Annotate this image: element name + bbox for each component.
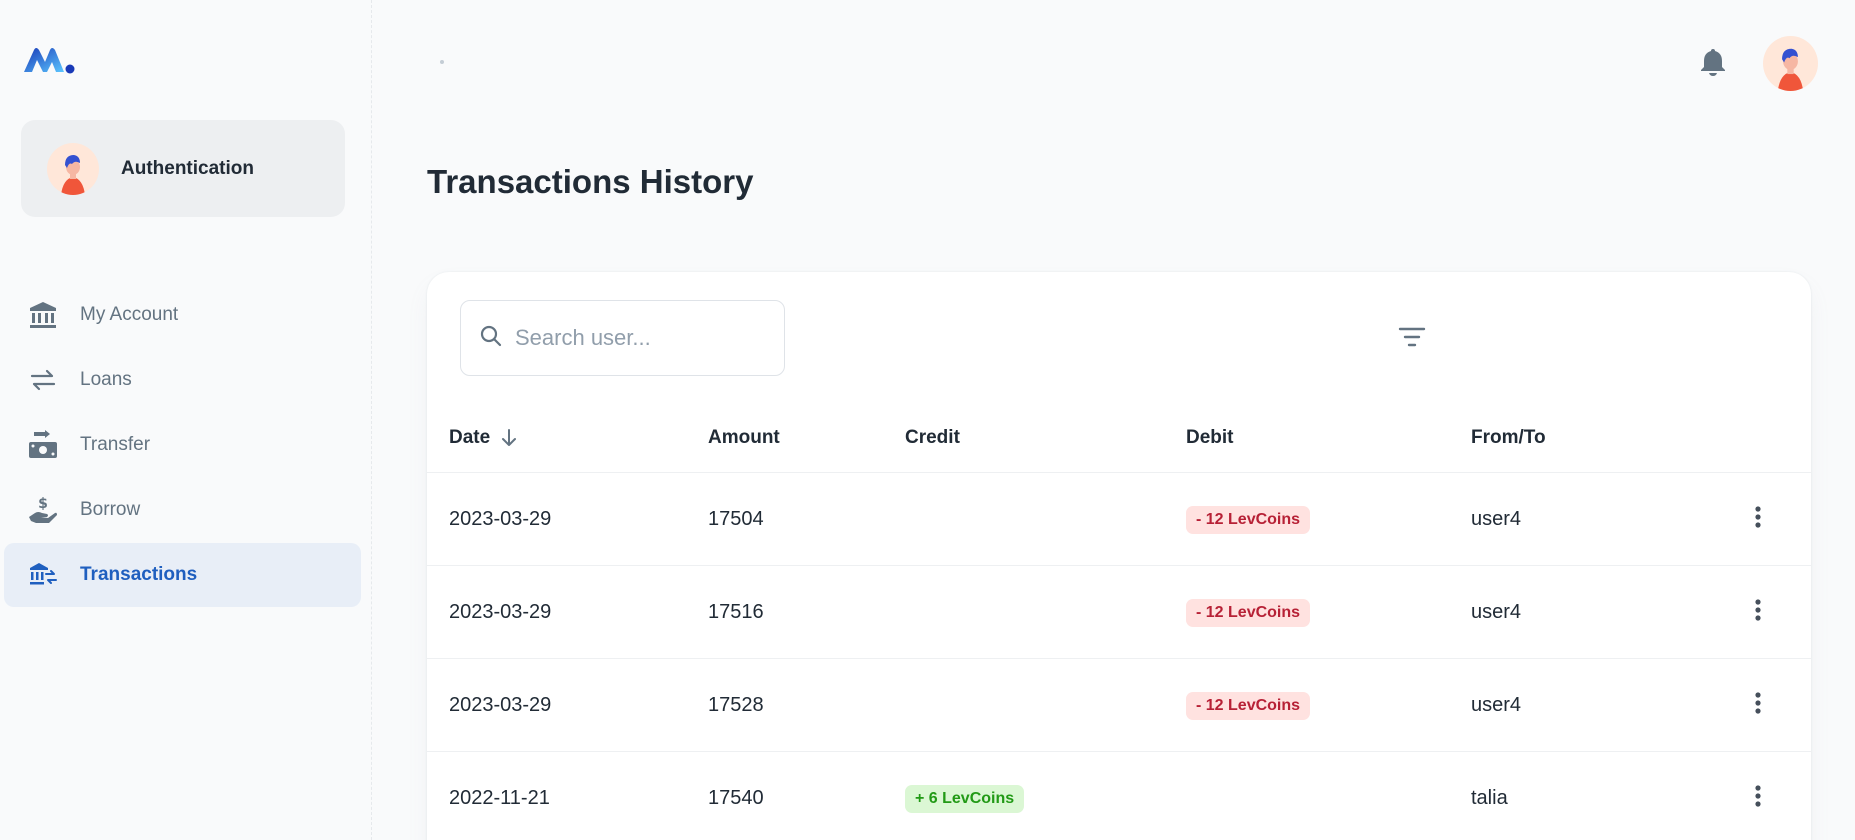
swap-arrows-icon [26, 363, 60, 397]
cell-amount: 17528 [708, 694, 764, 716]
cell-debit: - 12 LevCoins [1186, 473, 1311, 566]
credit-badge: + 6 LevCoins [905, 784, 1025, 813]
cell-date: 2023-03-29 [449, 601, 552, 623]
account-name: Authentication [121, 157, 254, 179]
search-field[interactable] [460, 300, 785, 376]
cell-debit: - 12 LevCoins [1186, 659, 1311, 752]
arrow-down-icon [500, 428, 518, 448]
column-header-date[interactable]: Date [449, 420, 518, 456]
cell-date: 2023-03-29 [449, 694, 552, 716]
cell-amount: 17540 [708, 787, 764, 809]
filter-button[interactable] [1395, 322, 1429, 356]
hand-dollar-icon: $ [26, 493, 60, 527]
search-icon [479, 324, 503, 353]
cell-debit: - 12 LevCoins [1186, 566, 1311, 659]
column-header-debit[interactable]: Debit [1186, 420, 1234, 456]
account-card[interactable]: Authentication [21, 120, 345, 217]
sidebar-item-borrow[interactable]: $ Borrow [4, 478, 361, 542]
sidebar-item-transactions[interactable]: Transactions [4, 543, 361, 607]
user-avatar[interactable] [1763, 36, 1818, 91]
sidebar-item-loans[interactable]: Loans [4, 348, 361, 412]
sidebar-item-label: Transfer [80, 434, 151, 455]
column-header-from-to[interactable]: From/To [1471, 420, 1546, 456]
sidebar-item-transfer[interactable]: Transfer [4, 413, 361, 477]
column-header-label: Date [449, 427, 491, 448]
cell-from-to: talia [1471, 787, 1508, 809]
app-logo[interactable] [22, 44, 76, 76]
sidebar: Authentication My Account Loans Transfer… [0, 0, 372, 840]
more-options-button[interactable] [1747, 752, 1769, 840]
table-row[interactable]: 2023-03-29 17528 - 12 LevCoins user4 [427, 659, 1811, 752]
cell-from-to: user4 [1471, 694, 1522, 716]
cell-amount: 17504 [708, 508, 764, 530]
sidebar-item-label: Transactions [80, 564, 198, 585]
bank-icon [26, 298, 60, 332]
page-title: Transactions History [427, 163, 754, 200]
svg-text:$: $ [38, 496, 48, 512]
sidebar-item-my-account[interactable]: My Account [4, 283, 361, 347]
more-vertical-icon [1755, 691, 1761, 720]
cell-date: 2022-11-21 [449, 787, 550, 809]
filter-list-icon [1398, 326, 1426, 353]
more-options-button[interactable] [1747, 659, 1769, 752]
more-vertical-icon [1755, 505, 1761, 534]
table-row[interactable]: 2022-11-21 17540 + 6 LevCoins talia [427, 752, 1811, 840]
debit-badge: - 12 LevCoins [1186, 598, 1311, 627]
more-vertical-icon [1755, 598, 1761, 627]
bank-transfer-icon [26, 558, 60, 592]
transactions-card: Date Amount Credit Debit From/To 2023-03… [427, 272, 1811, 840]
sidebar-item-label: Borrow [80, 499, 141, 520]
more-vertical-icon [1755, 784, 1761, 813]
money-transfer-icon [26, 428, 60, 462]
debit-badge: - 12 LevCoins [1186, 505, 1311, 534]
cell-amount: 17516 [708, 601, 764, 623]
cell-credit: + 6 LevCoins [905, 752, 1025, 840]
sidebar-item-label: Loans [80, 369, 132, 390]
sidebar-nav: My Account Loans Transfer $ Borrow Trans… [4, 283, 361, 608]
column-header-amount[interactable]: Amount [708, 420, 780, 456]
cell-date: 2023-03-29 [449, 508, 552, 530]
debit-badge: - 12 LevCoins [1186, 691, 1311, 720]
more-options-button[interactable] [1747, 473, 1769, 566]
notification-bell-icon[interactable] [1700, 47, 1726, 77]
cell-from-to: user4 [1471, 508, 1522, 530]
more-options-button[interactable] [1747, 566, 1769, 659]
sidebar-item-label: My Account [80, 304, 179, 325]
cell-from-to: user4 [1471, 601, 1522, 623]
table-row[interactable]: 2023-03-29 17516 - 12 LevCoins user4 [427, 566, 1811, 659]
header-placeholder-dot [440, 60, 444, 64]
column-header-credit[interactable]: Credit [905, 420, 960, 456]
avatar [47, 142, 99, 195]
search-input[interactable] [515, 325, 765, 351]
table-row[interactable]: 2023-03-29 17504 - 12 LevCoins user4 [427, 473, 1811, 566]
table-header: Date Amount Credit Debit From/To [427, 420, 1811, 473]
